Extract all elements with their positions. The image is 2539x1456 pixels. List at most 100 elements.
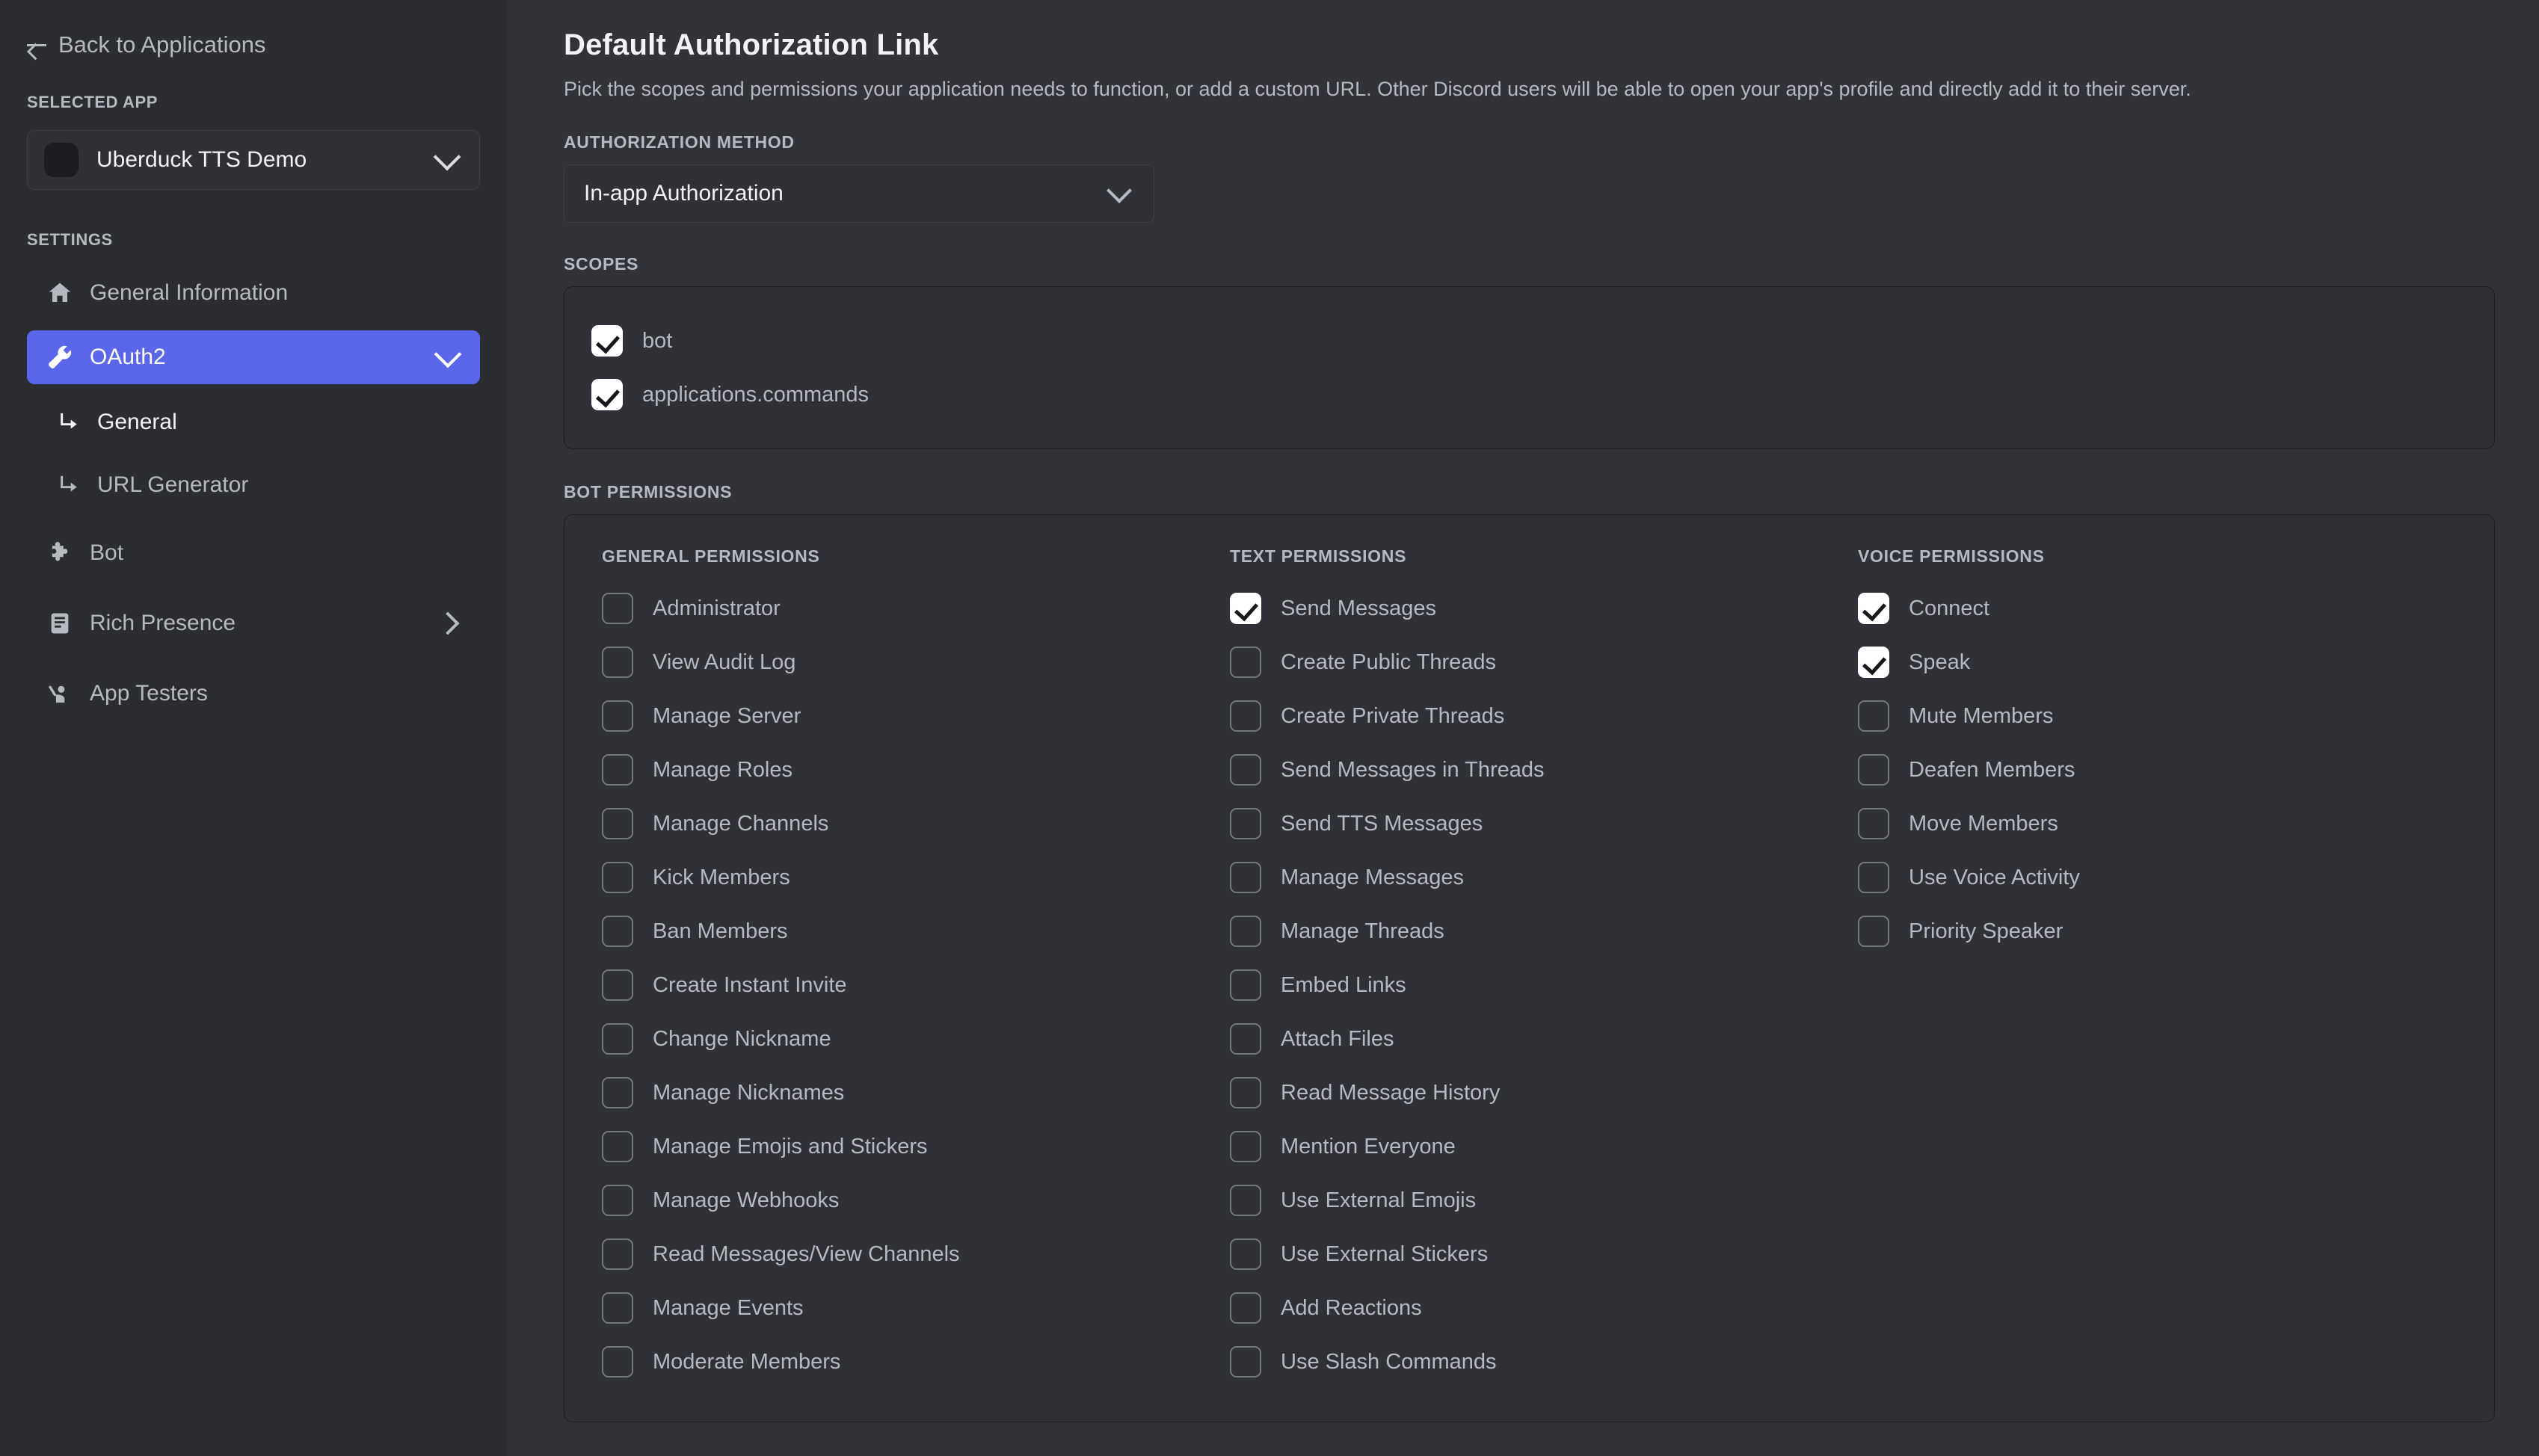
permission-checkbox-row[interactable]: Send TTS Messages [1230, 797, 1858, 851]
permission-checkbox-row[interactable]: Attach Files [1230, 1012, 1858, 1066]
permission-checkbox-row[interactable]: Manage Messages [1230, 851, 1858, 904]
sidebar-item-oauth2[interactable]: OAuth2 [27, 330, 480, 384]
checkbox-unchecked-icon[interactable] [1230, 916, 1261, 948]
permission-checkbox-row[interactable]: Use External Emojis [1230, 1173, 1858, 1227]
checkbox-unchecked-icon[interactable] [602, 1292, 633, 1324]
permission-checkbox-row[interactable]: Use Voice Activity [1858, 851, 2486, 904]
permission-checkbox-row[interactable]: Moderate Members [602, 1335, 1230, 1389]
back-to-applications-label: Back to Applications [58, 31, 266, 58]
sidebar-item-bot[interactable]: Bot [27, 526, 480, 580]
permission-checkbox-row[interactable]: Manage Nicknames [602, 1066, 1230, 1120]
permission-checkbox-row[interactable]: Use External Stickers [1230, 1227, 1858, 1281]
sidebar-item-general-information[interactable]: General Information [27, 266, 480, 320]
selected-app-dropdown[interactable]: Uberduck TTS Demo [27, 130, 480, 190]
checkbox-unchecked-icon[interactable] [602, 1346, 633, 1378]
checkbox-checked-icon[interactable] [1230, 593, 1261, 625]
checkbox-checked-icon[interactable] [1858, 647, 1889, 679]
checkbox-unchecked-icon[interactable] [1230, 808, 1261, 840]
permission-checkbox-row[interactable]: Administrator [602, 582, 1230, 635]
checkbox-label: Use Slash Commands [1281, 1349, 1497, 1374]
permission-checkbox-row[interactable]: Manage Threads [1230, 904, 1858, 958]
permission-checkbox-row[interactable]: Manage Roles [602, 743, 1230, 797]
checkbox-unchecked-icon[interactable] [1230, 700, 1261, 732]
permission-checkbox-row[interactable]: Create Public Threads [1230, 635, 1858, 689]
checkbox-unchecked-icon[interactable] [602, 1131, 633, 1163]
checkbox-unchecked-icon[interactable] [1230, 1077, 1261, 1109]
permission-checkbox-row[interactable]: Connect [1858, 582, 2486, 635]
checkbox-unchecked-icon[interactable] [602, 647, 633, 679]
checkbox-unchecked-icon[interactable] [602, 969, 633, 1002]
permission-checkbox-row[interactable]: Mute Members [1858, 689, 2486, 743]
checkbox-unchecked-icon[interactable] [602, 700, 633, 732]
permission-checkbox-row[interactable]: Mention Everyone [1230, 1120, 1858, 1173]
checkbox-unchecked-icon[interactable] [1230, 862, 1261, 894]
permission-checkbox-row[interactable]: Manage Events [602, 1281, 1230, 1335]
permission-checkbox-row[interactable]: Change Nickname [602, 1012, 1230, 1066]
checkbox-unchecked-icon[interactable] [1230, 1131, 1261, 1163]
sidebar-item-rich-presence[interactable]: Rich Presence [27, 596, 480, 650]
checkbox-unchecked-icon[interactable] [1858, 916, 1889, 948]
checkbox-unchecked-icon[interactable] [1230, 1238, 1261, 1271]
person-raising-hand-icon [43, 680, 76, 707]
sidebar-item-oauth2-url-generator[interactable]: URL Generator [54, 460, 480, 510]
permission-checkbox-row[interactable]: Embed Links [1230, 958, 1858, 1012]
checkbox-unchecked-icon[interactable] [1230, 1185, 1261, 1217]
permission-checkbox-row[interactable]: Send Messages in Threads [1230, 743, 1858, 797]
back-to-applications-link[interactable]: Back to Applications [27, 31, 507, 58]
checkbox-unchecked-icon[interactable] [1230, 647, 1261, 679]
permission-checkbox-row[interactable]: Create Private Threads [1230, 689, 1858, 743]
checkbox-label: Priority Speaker [1909, 919, 2063, 943]
checkbox-unchecked-icon[interactable] [602, 1077, 633, 1109]
permission-column: VOICE PERMISSIONS Connect Speak Mute Member… [1858, 546, 2486, 1389]
checkbox-checked-icon[interactable] [591, 379, 623, 411]
sidebar-item-oauth2-general[interactable]: General [54, 398, 480, 447]
checkbox-label: Ban Members [653, 919, 788, 943]
checkbox-unchecked-icon[interactable] [1230, 1023, 1261, 1055]
checkbox-unchecked-icon[interactable] [1858, 754, 1889, 786]
checkbox-label: Manage Server [653, 703, 801, 728]
checkbox-unchecked-icon[interactable] [602, 593, 633, 625]
checkbox-unchecked-icon[interactable] [602, 1238, 633, 1271]
permission-checkbox-row[interactable]: Manage Server [602, 689, 1230, 743]
permission-checkbox-row[interactable]: Create Instant Invite [602, 958, 1230, 1012]
permission-checkbox-row[interactable]: Read Message History [1230, 1066, 1858, 1120]
checkbox-unchecked-icon[interactable] [1858, 700, 1889, 732]
checkbox-unchecked-icon[interactable] [1858, 808, 1889, 840]
sidebar-item-app-testers[interactable]: App Testers [27, 667, 480, 721]
checkbox-unchecked-icon[interactable] [1230, 1292, 1261, 1324]
checkbox-unchecked-icon[interactable] [1858, 862, 1889, 894]
checkbox-unchecked-icon[interactable] [602, 754, 633, 786]
checkbox-checked-icon[interactable] [1858, 593, 1889, 625]
permission-checkbox-row[interactable]: Manage Emojis and Stickers [602, 1120, 1230, 1173]
permission-checkbox-row[interactable]: Kick Members [602, 851, 1230, 904]
checkbox-unchecked-icon[interactable] [602, 862, 633, 894]
checkbox-label: Create Instant Invite [653, 972, 847, 997]
checkbox-unchecked-icon[interactable] [1230, 1346, 1261, 1378]
authorization-method-dropdown[interactable]: In-app Authorization [564, 164, 1154, 223]
checkbox-label: Manage Emojis and Stickers [653, 1134, 928, 1159]
permission-checkbox-row[interactable]: Deafen Members [1858, 743, 2486, 797]
arrow-branch-icon [54, 410, 84, 434]
permission-checkbox-row[interactable]: Priority Speaker [1858, 904, 2486, 958]
permission-checkbox-row[interactable]: Read Messages/View Channels [602, 1227, 1230, 1281]
permission-checkbox-row[interactable]: Speak [1858, 635, 2486, 689]
permission-checkbox-row[interactable]: Add Reactions [1230, 1281, 1858, 1335]
permission-checkbox-row[interactable]: Send Messages [1230, 582, 1858, 635]
checkbox-unchecked-icon[interactable] [602, 916, 633, 948]
permission-checkbox-row[interactable]: Ban Members [602, 904, 1230, 958]
scope-checkbox-row[interactable]: bot [564, 314, 2494, 368]
checkbox-unchecked-icon[interactable] [602, 808, 633, 840]
checkbox-unchecked-icon[interactable] [602, 1185, 633, 1217]
permission-checkbox-row[interactable]: Use Slash Commands [1230, 1335, 1858, 1389]
checkbox-label: Use External Stickers [1281, 1241, 1489, 1266]
checkbox-label: Connect [1909, 596, 1990, 620]
permission-checkbox-row[interactable]: Manage Webhooks [602, 1173, 1230, 1227]
permission-checkbox-row[interactable]: Move Members [1858, 797, 2486, 851]
checkbox-unchecked-icon[interactable] [1230, 969, 1261, 1002]
scope-checkbox-row[interactable]: applications.commands [564, 368, 2494, 422]
permission-checkbox-row[interactable]: Manage Channels [602, 797, 1230, 851]
checkbox-unchecked-icon[interactable] [1230, 754, 1261, 786]
checkbox-checked-icon[interactable] [591, 325, 623, 357]
checkbox-unchecked-icon[interactable] [602, 1023, 633, 1055]
permission-checkbox-row[interactable]: View Audit Log [602, 635, 1230, 689]
